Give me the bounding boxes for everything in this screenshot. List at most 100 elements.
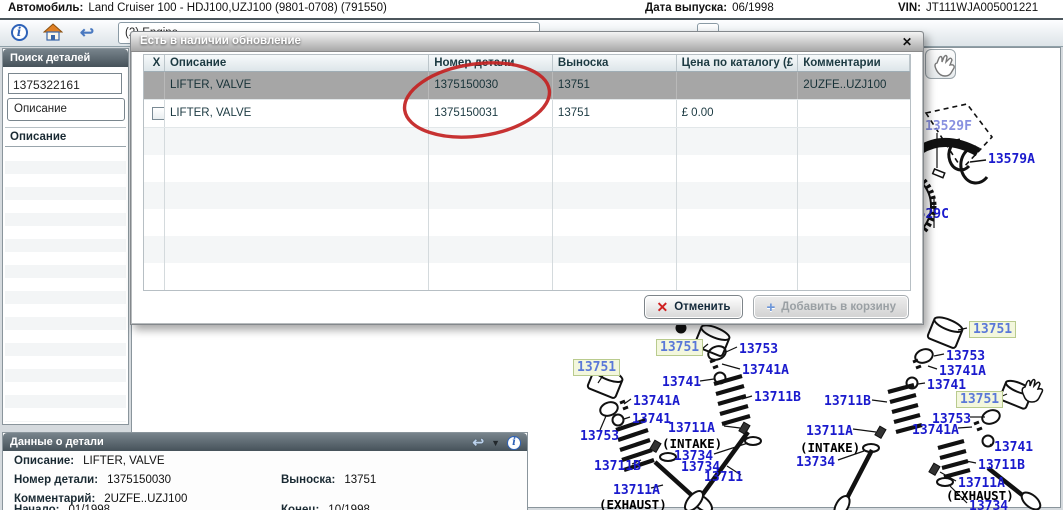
field-label: Описание: (14, 455, 74, 467)
close-icon[interactable]: ✕ (899, 35, 915, 50)
hand-icon (926, 50, 955, 78)
diagram-part-label[interactable]: 13753 (946, 349, 985, 364)
results-column-header: Описание (5, 127, 126, 147)
epc-application: Автомобиль: Land Cruiser 100 - HDJ100,UZJ… (0, 0, 1063, 510)
vehicle-header-bar: Автомобиль: Land Cruiser 100 - HDJ100,UZJ… (0, 0, 1063, 20)
home-icon[interactable] (42, 23, 64, 43)
search-filter-combobox[interactable]: Описание (7, 98, 125, 121)
table-cell: LIFTER, VALVE (165, 72, 429, 99)
vehicle-value: Land Cruiser 100 - HDJ100,UZJ100 (9801-0… (88, 2, 387, 14)
table-cell: 1375150030 (429, 72, 553, 99)
search-panel: Поиск деталей Описание Описание (2, 48, 129, 425)
field-label: Начало: (14, 504, 60, 510)
field-value: 13751 (344, 474, 376, 486)
table-cell: 1375150031 (429, 100, 553, 127)
vin-value: JT111WJA005001221 (926, 2, 1038, 14)
table-header-row: XОписаниеНомер деталиВыноскаЦена по ката… (144, 55, 910, 72)
table-cell (798, 100, 910, 127)
vehicle-label: Автомобиль: (8, 2, 83, 14)
table-cell: £ 0.00 (677, 100, 799, 127)
detail-info-icon[interactable]: i (507, 436, 521, 450)
table-cell (144, 72, 165, 99)
vehicle-info: Автомобиль: Land Cruiser 100 - HDJ100,UZJ… (8, 2, 387, 14)
part-number-input[interactable] (8, 73, 122, 94)
column-header: Описание (165, 55, 429, 71)
diagram-part-label[interactable]: 13711 (704, 470, 743, 485)
update-available-dialog: Есть в наличии обновление ✕ XОписаниеНом… (130, 31, 924, 325)
cancel-button[interactable]: ✕ Отменить (644, 295, 744, 319)
table-row[interactable]: LIFTER, VALVE137515003113751£ 0.00 (144, 100, 910, 128)
diagram-part-label[interactable]: 13711A (613, 483, 660, 498)
field-label: Выноска: (281, 474, 335, 486)
detail-row: Начало:01/1998Конец:10/1998 (14, 504, 110, 510)
field-value: 1375150030 (107, 474, 171, 486)
column-header: X (144, 55, 165, 71)
diagram-part-label[interactable]: 13753 (739, 342, 778, 357)
cancel-x-icon: ✕ (657, 299, 669, 316)
empty-table-row (144, 263, 910, 290)
pan-tool-button[interactable] (925, 49, 956, 79)
table-cell (677, 72, 799, 99)
info-icon[interactable]: i (8, 23, 30, 43)
vin-label: VIN: (898, 2, 921, 14)
detail-row: Номер детали:1375150030Выноска:13751 (14, 474, 171, 486)
column-header: Цена по каталогу (£ (677, 55, 799, 71)
diagram-part-label[interactable]: 13741A (912, 423, 959, 438)
diagram-part-label[interactable]: 13751 (956, 391, 1003, 408)
diagram-part-label[interactable]: 13751 (656, 339, 703, 356)
empty-table-row (144, 236, 910, 263)
table-cell: LIFTER, VALVE (165, 100, 429, 127)
diagram-part-label[interactable]: 13711A (668, 421, 715, 436)
add-to-cart-button[interactable]: + Добавить в корзину (753, 295, 909, 319)
diagram-part-label[interactable]: 13711A (806, 424, 853, 439)
release-date-label: Дата выпуска: (645, 2, 727, 14)
table-row[interactable]: LIFTER, VALVE137515003013751 2UZFE..UZJ10… (144, 72, 910, 100)
vin-info: VIN: JT111WJA005001221 (898, 2, 1038, 14)
field-value: 10/1998 (328, 504, 370, 510)
diagram-part-label[interactable]: 13751 (573, 359, 620, 376)
part-detail-panel: Данные о детали ↩ ▼ i Описание: LIFTER, V… (2, 432, 528, 510)
diagram-part-label[interactable]: 13741 (994, 440, 1033, 455)
search-panel-title: Поиск деталей (3, 49, 128, 67)
diagram-part-label[interactable]: 13741A (742, 363, 789, 378)
empty-table-row (144, 155, 910, 182)
column-header: Выноска (553, 55, 677, 71)
diagram-part-label[interactable]: 13741 (662, 375, 701, 390)
diagram-part-label[interactable]: 13711B (754, 390, 801, 405)
diagram-part-label[interactable]: 13579A (988, 152, 1035, 167)
plus-icon: + (766, 299, 775, 316)
field-value: LIFTER, VALVE (83, 455, 164, 467)
table-cell: 2UZFE..UZJ100 (798, 72, 910, 99)
diagram-part-label: (EXHAUST) (599, 497, 667, 510)
detail-row: Описание: LIFTER, VALVE (14, 455, 165, 467)
detail-panel-title: Данные о детали (10, 436, 104, 448)
dialog-titlebar: Есть в наличии обновление ✕ (131, 32, 923, 52)
diagram-part-label[interactable]: 13734 (969, 499, 1008, 510)
diagram-part-label[interactable]: 13741A (939, 364, 986, 379)
dialog-title: Есть в наличии обновление (140, 35, 301, 47)
chevron-down-icon[interactable]: ▼ (491, 438, 500, 448)
table-cell: 13751 (553, 72, 677, 99)
empty-table-row (144, 209, 910, 236)
diagram-part-label[interactable]: 13741 (632, 412, 671, 427)
row-checkbox[interactable] (152, 107, 165, 120)
diagram-part-label[interactable]: 13734 (796, 455, 835, 470)
diagram-part-label[interactable]: 13711B (978, 458, 1025, 473)
field-label: Номер детали: (14, 474, 98, 486)
field-value: 01/1998 (69, 504, 111, 510)
field-value: 2UZFE..UZJ100 (104, 493, 187, 505)
results-list (5, 148, 126, 422)
diagram-part-label[interactable]: 13741A (633, 394, 680, 409)
table-cell: 13751 (553, 100, 677, 127)
diagram-part-label[interactable]: 13711B (824, 394, 871, 409)
empty-table-row (144, 128, 910, 155)
diagram-part-label: (INTAKE) (800, 440, 860, 455)
diagram-part-label[interactable]: 13711B (594, 459, 641, 474)
table-cell (144, 100, 165, 127)
release-date-info: Дата выпуска:06/1998 (645, 2, 774, 14)
detail-back-icon[interactable]: ↩ (472, 434, 484, 451)
diagram-part-label[interactable]: 13751 (969, 321, 1016, 338)
diagram-part-label[interactable]: 13529F (925, 119, 972, 134)
diagram-part-label[interactable]: 13753 (580, 429, 619, 444)
back-icon[interactable]: ↩ (76, 23, 98, 43)
